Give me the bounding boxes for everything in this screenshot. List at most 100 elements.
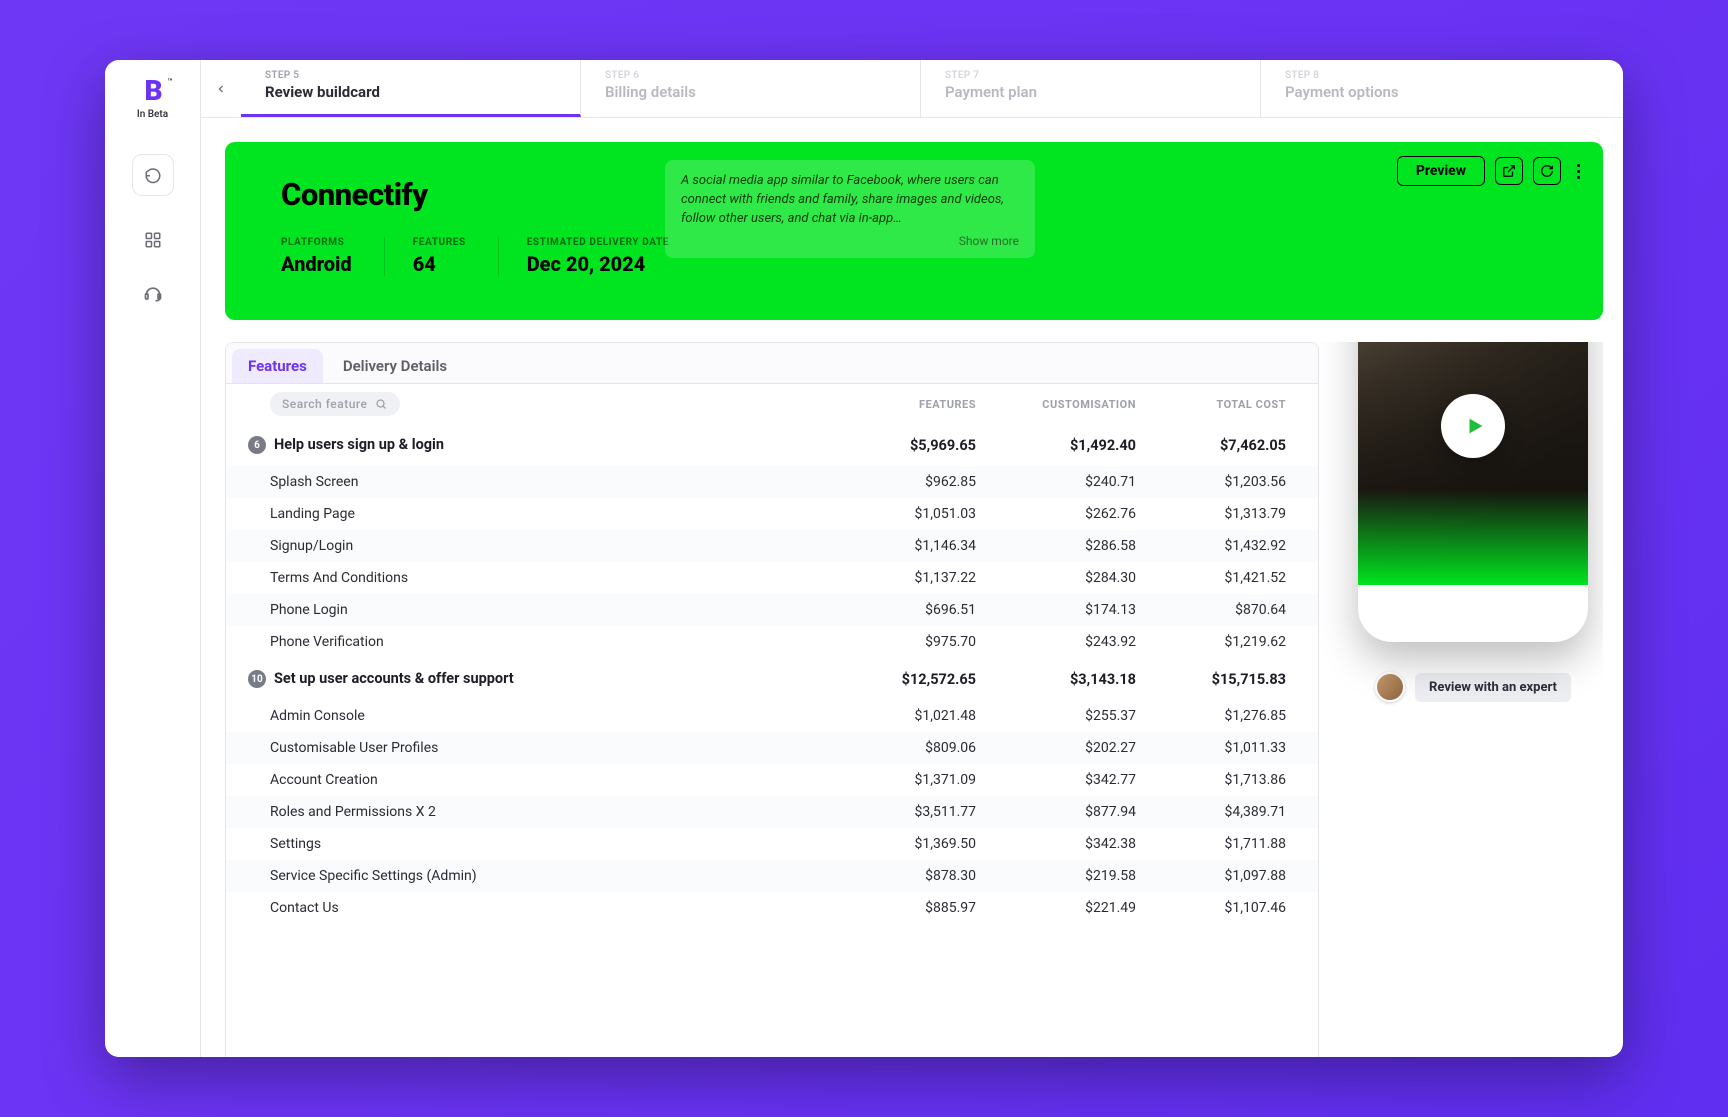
step-payment-plan[interactable]: STEP 7 Payment plan bbox=[921, 60, 1261, 117]
group-grand-total: $7,462.05 bbox=[1150, 437, 1300, 454]
table-row[interactable]: Phone Login $696.51 $174.13 $870.64 bbox=[226, 594, 1318, 626]
table-row[interactable]: Phone Verification $975.70 $243.92 $1,21… bbox=[226, 626, 1318, 658]
logo-tagline: In Beta bbox=[137, 109, 168, 120]
search-placeholder: Search feature bbox=[282, 397, 367, 411]
table-row[interactable]: Signup/Login $1,146.34 $286.58 $1,432.92 bbox=[226, 530, 1318, 562]
cell-features: $1,137.22 bbox=[850, 570, 990, 586]
group-title: Set up user accounts & offer support bbox=[274, 670, 514, 687]
cell-total: $1,432.92 bbox=[1150, 538, 1300, 554]
cell-features: $1,371.09 bbox=[850, 772, 990, 788]
step-title: Payment plan bbox=[945, 83, 1236, 101]
cell-name: Settings bbox=[248, 836, 850, 852]
cell-custom: $255.37 bbox=[990, 708, 1150, 724]
cell-features: $809.06 bbox=[850, 740, 990, 756]
main-region: STEP 5 Review buildcard STEP 6 Billing d… bbox=[201, 60, 1623, 1057]
step-payment-options[interactable]: STEP 8 Payment options bbox=[1261, 60, 1601, 117]
show-more-link[interactable]: Show more bbox=[681, 233, 1019, 250]
cell-total: $1,097.88 bbox=[1150, 868, 1300, 884]
cell-custom: $286.58 bbox=[990, 538, 1150, 554]
cell-total: $1,011.33 bbox=[1150, 740, 1300, 756]
group-custom-total: $1,492.40 bbox=[990, 437, 1150, 454]
panel-tabs: Features Delivery Details bbox=[226, 343, 1318, 384]
step-title: Billing details bbox=[605, 83, 896, 101]
step-back-button[interactable] bbox=[201, 83, 241, 95]
col-customisation: CUSTOMISATION bbox=[990, 398, 1150, 411]
step-kicker: STEP 8 bbox=[1285, 70, 1577, 81]
meta-label: PLATFORMS bbox=[281, 237, 352, 248]
group-count-badge: 6 bbox=[248, 436, 266, 454]
cell-total: $1,313.79 bbox=[1150, 506, 1300, 522]
refresh-icon bbox=[1540, 164, 1554, 178]
cell-custom: $342.38 bbox=[990, 836, 1150, 852]
cell-total: $1,219.62 bbox=[1150, 634, 1300, 650]
table-row[interactable]: Service Specific Settings (Admin) $878.3… bbox=[226, 860, 1318, 892]
app-shell: B In Beta bbox=[105, 60, 1623, 1057]
table-row[interactable]: Contact Us $885.97 $221.49 $1,107.46 bbox=[226, 892, 1318, 924]
col-features: FEATURES bbox=[850, 398, 990, 411]
group-features-total: $12,572.65 bbox=[850, 671, 990, 688]
group-count-badge: 10 bbox=[248, 670, 266, 688]
lower-split: Features Delivery Details Search feature bbox=[225, 342, 1603, 1057]
cell-custom: $342.77 bbox=[990, 772, 1150, 788]
table-row[interactable]: Landing Page $1,051.03 $262.76 $1,313.79 bbox=[226, 498, 1318, 530]
cell-custom: $221.49 bbox=[990, 900, 1150, 916]
table-group-row[interactable]: 6Help users sign up & login $5,969.65 $1… bbox=[226, 424, 1318, 466]
undo-button[interactable] bbox=[132, 154, 174, 196]
table-group-row[interactable]: 10 Set up user accounts & offer support $… bbox=[226, 658, 1318, 700]
step-billing-details[interactable]: STEP 6 Billing details bbox=[581, 60, 921, 117]
col-total: TOTAL COST bbox=[1150, 398, 1300, 411]
features-panel: Features Delivery Details Search feature bbox=[225, 342, 1319, 1057]
table-row[interactable]: Customisable User Profiles $809.06 $202.… bbox=[226, 732, 1318, 764]
table-row[interactable]: Admin Console $1,021.48 $255.37 $1,276.8… bbox=[226, 700, 1318, 732]
cell-features: $3,511.77 bbox=[850, 804, 990, 820]
preview-button[interactable]: Preview bbox=[1397, 156, 1485, 186]
tab-features[interactable]: Features bbox=[232, 349, 323, 383]
support-button[interactable] bbox=[143, 284, 163, 304]
cell-name: Phone Login bbox=[248, 602, 850, 618]
share-button[interactable] bbox=[1495, 157, 1523, 185]
description-box: A social media app similar to Facebook, … bbox=[665, 160, 1035, 258]
apps-button[interactable] bbox=[143, 230, 163, 250]
meta-label: ESTIMATED DELIVERY DATE bbox=[527, 237, 669, 248]
cell-features: $1,369.50 bbox=[850, 836, 990, 852]
meta-value: Dec 20, 2024 bbox=[527, 252, 669, 276]
apps-icon bbox=[144, 231, 162, 249]
table-row[interactable]: Roles and Permissions X 2 $3,511.77 $877… bbox=[226, 796, 1318, 828]
cell-custom: $219.58 bbox=[990, 868, 1150, 884]
undo-icon bbox=[144, 166, 162, 184]
table-row[interactable]: Splash Screen $962.85 $240.71 $1,203.56 bbox=[226, 466, 1318, 498]
cell-name: Roles and Permissions X 2 bbox=[248, 804, 850, 820]
cell-name: Signup/Login bbox=[248, 538, 850, 554]
features-table[interactable]: Search feature FEATURES CUSTOMISATION TO… bbox=[226, 384, 1318, 1057]
headset-icon bbox=[143, 284, 163, 304]
review-expert-button[interactable]: Review with an expert bbox=[1415, 673, 1571, 702]
cell-custom: $284.30 bbox=[990, 570, 1150, 586]
tab-delivery-details[interactable]: Delivery Details bbox=[327, 349, 463, 383]
cell-custom: $262.76 bbox=[990, 506, 1150, 522]
banner-actions: Preview bbox=[1397, 156, 1585, 186]
table-row[interactable]: Account Creation $1,371.09 $342.77 $1,71… bbox=[226, 764, 1318, 796]
table-row[interactable]: Settings $1,369.50 $342.38 $1,711.88 bbox=[226, 828, 1318, 860]
search-input[interactable]: Search feature bbox=[270, 392, 400, 416]
group-custom-total: $3,143.18 bbox=[990, 671, 1150, 688]
phone-preview: 9:41 ⠀▶ bbox=[1358, 342, 1588, 642]
cell-features: $962.85 bbox=[850, 474, 990, 490]
cell-total: $1,711.88 bbox=[1150, 836, 1300, 852]
meta-delivery: ESTIMATED DELIVERY DATE Dec 20, 2024 bbox=[498, 237, 669, 276]
more-menu-button[interactable] bbox=[1571, 164, 1585, 179]
cell-custom: $877.94 bbox=[990, 804, 1150, 820]
play-button[interactable] bbox=[1441, 394, 1505, 458]
chevron-left-icon bbox=[215, 83, 227, 95]
expert-review: Review with an expert bbox=[1375, 672, 1571, 702]
cell-custom: $243.92 bbox=[990, 634, 1150, 650]
cell-name: Landing Page bbox=[248, 506, 850, 522]
step-review-buildcard[interactable]: STEP 5 Review buildcard bbox=[241, 60, 581, 117]
description-text: A social media app similar to Facebook, … bbox=[681, 173, 1004, 226]
logo: B In Beta bbox=[137, 74, 168, 120]
cell-features: $885.97 bbox=[850, 900, 990, 916]
cell-total: $4,389.71 bbox=[1150, 804, 1300, 820]
left-rail: B In Beta bbox=[105, 60, 201, 1057]
table-row[interactable]: Terms And Conditions $1,137.22 $284.30 $… bbox=[226, 562, 1318, 594]
meta-platforms: PLATFORMS Android bbox=[281, 237, 352, 276]
refresh-button[interactable] bbox=[1533, 157, 1561, 185]
